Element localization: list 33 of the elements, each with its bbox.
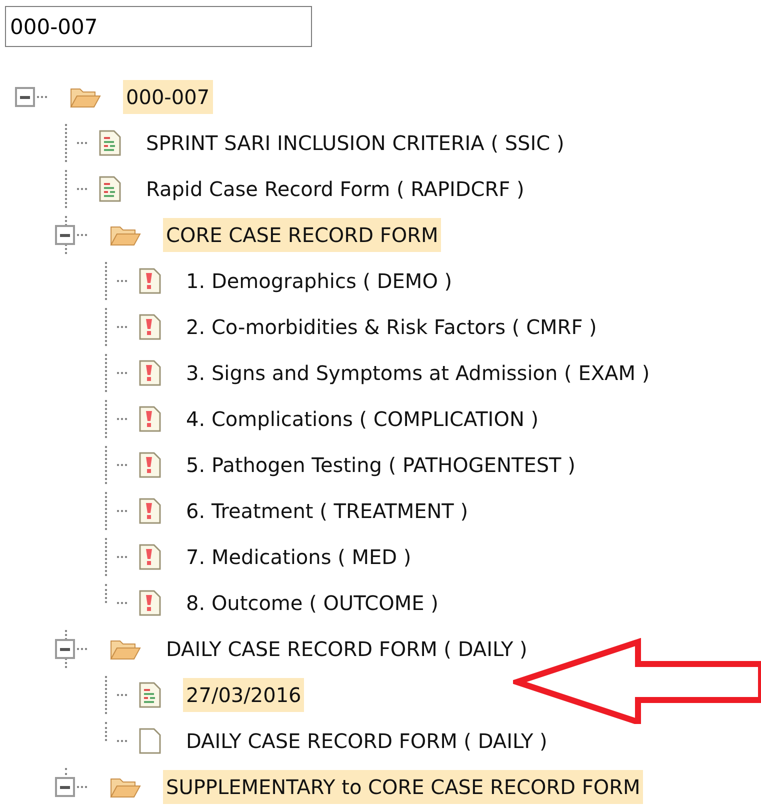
search-field[interactable]: 000-007: [5, 6, 312, 47]
tree-item[interactable]: 7. Medications ( MED ): [183, 540, 414, 574]
collapse-icon[interactable]: [55, 225, 75, 245]
tree-item[interactable]: 3. Signs and Symptoms at Admission ( EXAM ): [183, 356, 653, 390]
tree-item[interactable]: 8. Outcome ( OUTCOME ): [183, 586, 442, 620]
tree-item[interactable]: 27/03/2016: [183, 678, 304, 712]
tree-item[interactable]: 6. Treatment ( TREATMENT ): [183, 494, 472, 528]
collapse-icon[interactable]: [15, 87, 35, 107]
tree-item[interactable]: CORE CASE RECORD FORM: [163, 218, 442, 252]
alert-form-icon: [139, 268, 161, 294]
alert-form-icon: [139, 544, 161, 570]
blank-page-icon: [139, 728, 161, 754]
form-icon: [139, 682, 161, 708]
tree-item[interactable]: SPRINT SARI INCLUSION CRITERIA ( SSIC ): [143, 126, 568, 160]
alert-form-icon: [139, 360, 161, 386]
alert-form-icon: [139, 406, 161, 432]
tree-item[interactable]: 4. Complications ( COMPLICATION ): [183, 402, 542, 436]
collapse-icon[interactable]: [55, 777, 75, 797]
tree-item[interactable]: DAILY CASE RECORD FORM ( DAILY ): [183, 724, 550, 758]
tree-item[interactable]: 2. Co-morbidities & Risk Factors ( CMRF ): [183, 310, 600, 344]
collapse-icon[interactable]: [55, 639, 75, 659]
alert-form-icon: [139, 590, 161, 616]
tree-item[interactable]: 1. Demographics ( DEMO ): [183, 264, 456, 298]
alert-form-icon: [139, 498, 161, 524]
tree-item[interactable]: 5. Pathogen Testing ( PATHOGENTEST ): [183, 448, 578, 482]
tree-item[interactable]: 000-007: [123, 80, 213, 114]
form-icon: [99, 176, 121, 202]
alert-form-icon: [139, 314, 161, 340]
tree-item[interactable]: SUPPLEMENTARY to CORE CASE RECORD FORM: [163, 770, 644, 804]
tree-item[interactable]: DAILY CASE RECORD FORM ( DAILY ): [163, 632, 530, 666]
form-icon: [99, 130, 121, 156]
alert-form-icon: [139, 452, 161, 478]
tree-item[interactable]: Rapid Case Record Form ( RAPIDCRF ): [143, 172, 528, 206]
